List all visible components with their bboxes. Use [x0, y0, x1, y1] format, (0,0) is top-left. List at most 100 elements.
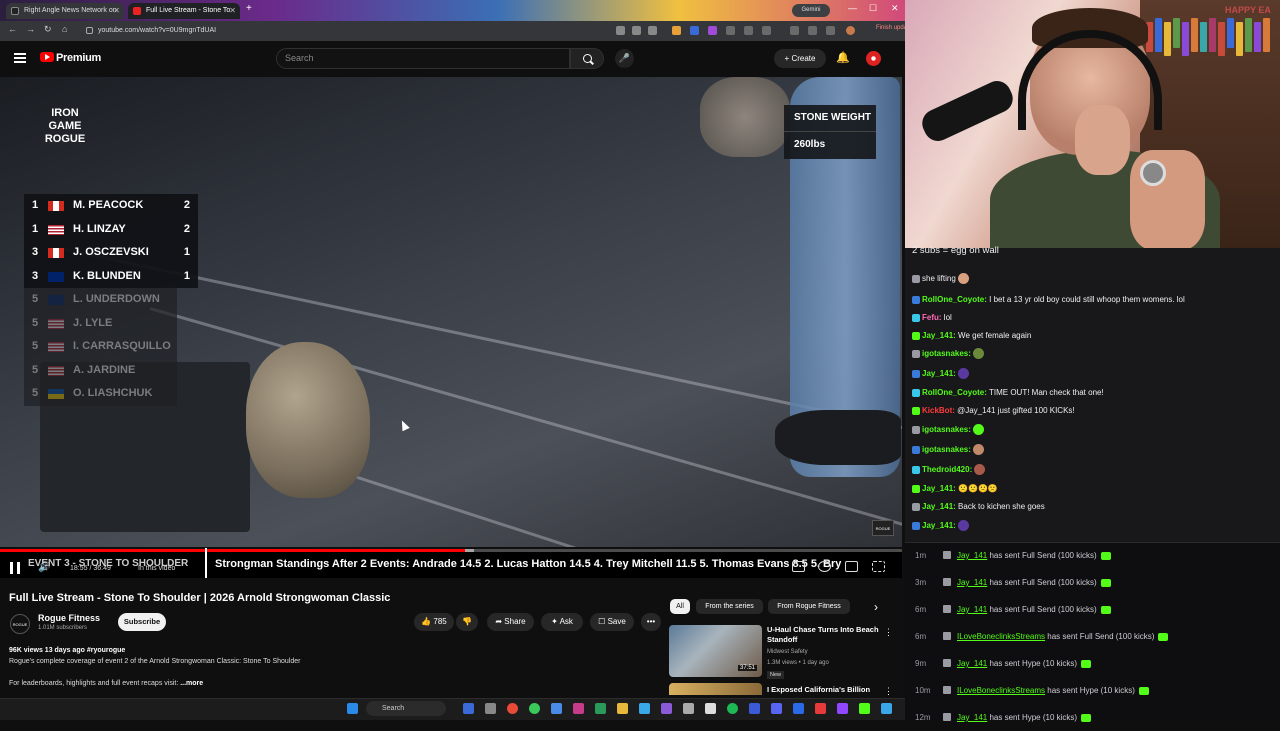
chat-username[interactable]: Fefu:: [922, 313, 942, 322]
app-icon[interactable]: [485, 703, 496, 714]
app-icon[interactable]: [749, 703, 760, 714]
extensions-puzzle-icon[interactable]: [762, 26, 771, 35]
app-icon[interactable]: [529, 703, 540, 714]
file-explorer-icon[interactable]: [617, 703, 628, 714]
event-username[interactable]: ILoveBoneclinksStreams: [957, 686, 1045, 695]
suggested-video-thumbnail[interactable]: [669, 683, 762, 695]
more-actions-button[interactable]: •••: [641, 613, 661, 631]
downloads-icon[interactable]: [826, 26, 835, 35]
voice-search-button[interactable]: 🎤: [615, 49, 634, 68]
close-window-button[interactable]: ✕: [891, 3, 899, 14]
share-button[interactable]: ➦ Share: [487, 613, 534, 631]
chat-username[interactable]: RollOne_Coyote:: [922, 388, 987, 397]
forward-icon[interactable]: →: [26, 24, 35, 34]
close-tab-icon[interactable]: ✕: [113, 3, 120, 19]
kebab-menu-icon[interactable]: ⋮: [884, 686, 893, 697]
site-info-icon[interactable]: [86, 27, 93, 34]
event-username[interactable]: ILoveBoneclinksStreams: [957, 632, 1045, 641]
dislike-button[interactable]: 👎: [456, 613, 478, 631]
reload-icon[interactable]: ↻: [44, 24, 52, 35]
captions-icon[interactable]: [792, 561, 805, 572]
account-avatar[interactable]: [866, 51, 881, 66]
create-button[interactable]: + Create: [774, 49, 826, 68]
like-button[interactable]: 👍 785: [414, 613, 454, 631]
chat-username[interactable]: Jay_141:: [922, 331, 956, 340]
start-windows-icon[interactable]: [347, 703, 358, 714]
app-icon[interactable]: [683, 703, 694, 714]
show-more-link[interactable]: ...more: [180, 680, 203, 687]
chat-username[interactable]: Thedroid420:: [922, 465, 972, 474]
chat-username[interactable]: igotasnakes:: [922, 425, 971, 434]
app-icon[interactable]: [463, 703, 474, 714]
notifications-bell-icon[interactable]: 🔔: [836, 51, 850, 64]
app-icon[interactable]: [639, 703, 650, 714]
app-icon[interactable]: [793, 703, 804, 714]
profile-avatar[interactable]: [846, 26, 855, 35]
extension-icon[interactable]: [708, 26, 717, 35]
chat-username[interactable]: RollOne_Coyote:: [922, 295, 987, 304]
back-icon[interactable]: ←: [8, 24, 17, 34]
chat-username[interactable]: Jay_141:: [922, 521, 956, 530]
app-icon[interactable]: [661, 703, 672, 714]
new-tab-button[interactable]: +: [246, 3, 252, 14]
app-icon[interactable]: [573, 703, 584, 714]
app-icon[interactable]: [551, 703, 562, 714]
kebab-menu-icon[interactable]: ⋮: [884, 627, 893, 638]
channel-avatar[interactable]: ROGUE: [10, 614, 30, 634]
chat-username[interactable]: igotasnakes:: [922, 445, 971, 454]
chat-username[interactable]: igotasnakes:: [922, 349, 971, 358]
extension-icon[interactable]: [726, 26, 735, 35]
menu-icon[interactable]: [14, 53, 26, 63]
extension-icon[interactable]: [672, 26, 681, 35]
chip-all[interactable]: All: [670, 599, 690, 614]
extension-icon[interactable]: [744, 26, 753, 35]
zoom-icon[interactable]: [616, 26, 625, 35]
minimize-window-button[interactable]: —: [848, 3, 857, 13]
event-username[interactable]: Jay_141: [957, 605, 987, 614]
pause-icon[interactable]: [10, 562, 20, 574]
spotify-icon[interactable]: [727, 703, 738, 714]
bookmark-star-icon[interactable]: [648, 26, 657, 35]
save-button[interactable]: ☐ Save: [590, 613, 634, 631]
settings-gear-icon[interactable]: [818, 561, 831, 572]
chat-username[interactable]: Jay_141:: [922, 502, 956, 511]
event-username[interactable]: Jay_141: [957, 659, 987, 668]
ask-button[interactable]: ✦ Ask: [541, 613, 583, 631]
search-button[interactable]: [570, 48, 604, 69]
app-icon[interactable]: [705, 703, 716, 714]
chrome-icon[interactable]: [507, 703, 518, 714]
suggested-video-title[interactable]: I Exposed California's Billion: [767, 685, 870, 694]
taskbar-search[interactable]: Search: [366, 701, 446, 716]
chip-from-rogue-fitness[interactable]: From Rogue Fitness: [768, 599, 850, 614]
browser-tab-youtube[interactable]: Full Live Stream - Stone To ✕: [128, 3, 240, 19]
miniplayer-icon[interactable]: [845, 561, 858, 572]
fullscreen-icon[interactable]: [872, 561, 885, 572]
discord-icon[interactable]: [771, 703, 782, 714]
twitch-icon[interactable]: [837, 703, 848, 714]
description-box[interactable]: 96K views 13 days ago #ryourogue Rogue's…: [9, 645, 659, 695]
app-icon[interactable]: [595, 703, 606, 714]
chat-username[interactable]: Jay_141:: [922, 369, 956, 378]
app-icon[interactable]: [815, 703, 826, 714]
app-icon[interactable]: [881, 703, 892, 714]
maximize-window-button[interactable]: ☐: [869, 3, 877, 14]
search-input[interactable]: Search: [276, 48, 570, 69]
youtube-premium-logo[interactable]: Premium: [56, 52, 101, 64]
browser-tab-rann[interactable]: Right Angle News Network on ✕: [6, 3, 124, 19]
chevron-right-icon[interactable]: ›: [874, 600, 878, 614]
suggested-video-title[interactable]: U-Haul Chase Turns Into Beach Standoff: [767, 625, 882, 645]
channel-name[interactable]: Rogue Fitness: [38, 613, 100, 623]
extension-icon[interactable]: [808, 26, 817, 35]
extension-icon[interactable]: [690, 26, 699, 35]
chat-username[interactable]: Jay_141:: [922, 484, 956, 493]
event-username[interactable]: Jay_141: [957, 578, 987, 587]
youtube-logo-icon[interactable]: [40, 52, 54, 62]
event-username[interactable]: Jay_141: [957, 713, 987, 722]
volume-icon[interactable]: 🔊: [38, 562, 50, 573]
chapter-button[interactable]: In this video: [138, 565, 175, 572]
extension-icon[interactable]: [790, 26, 799, 35]
home-icon[interactable]: ⌂: [62, 24, 67, 34]
subscribe-button[interactable]: Subscribe: [118, 613, 166, 631]
chip-from-the-series[interactable]: From the series: [696, 599, 763, 614]
event-username[interactable]: Jay_141: [957, 551, 987, 560]
